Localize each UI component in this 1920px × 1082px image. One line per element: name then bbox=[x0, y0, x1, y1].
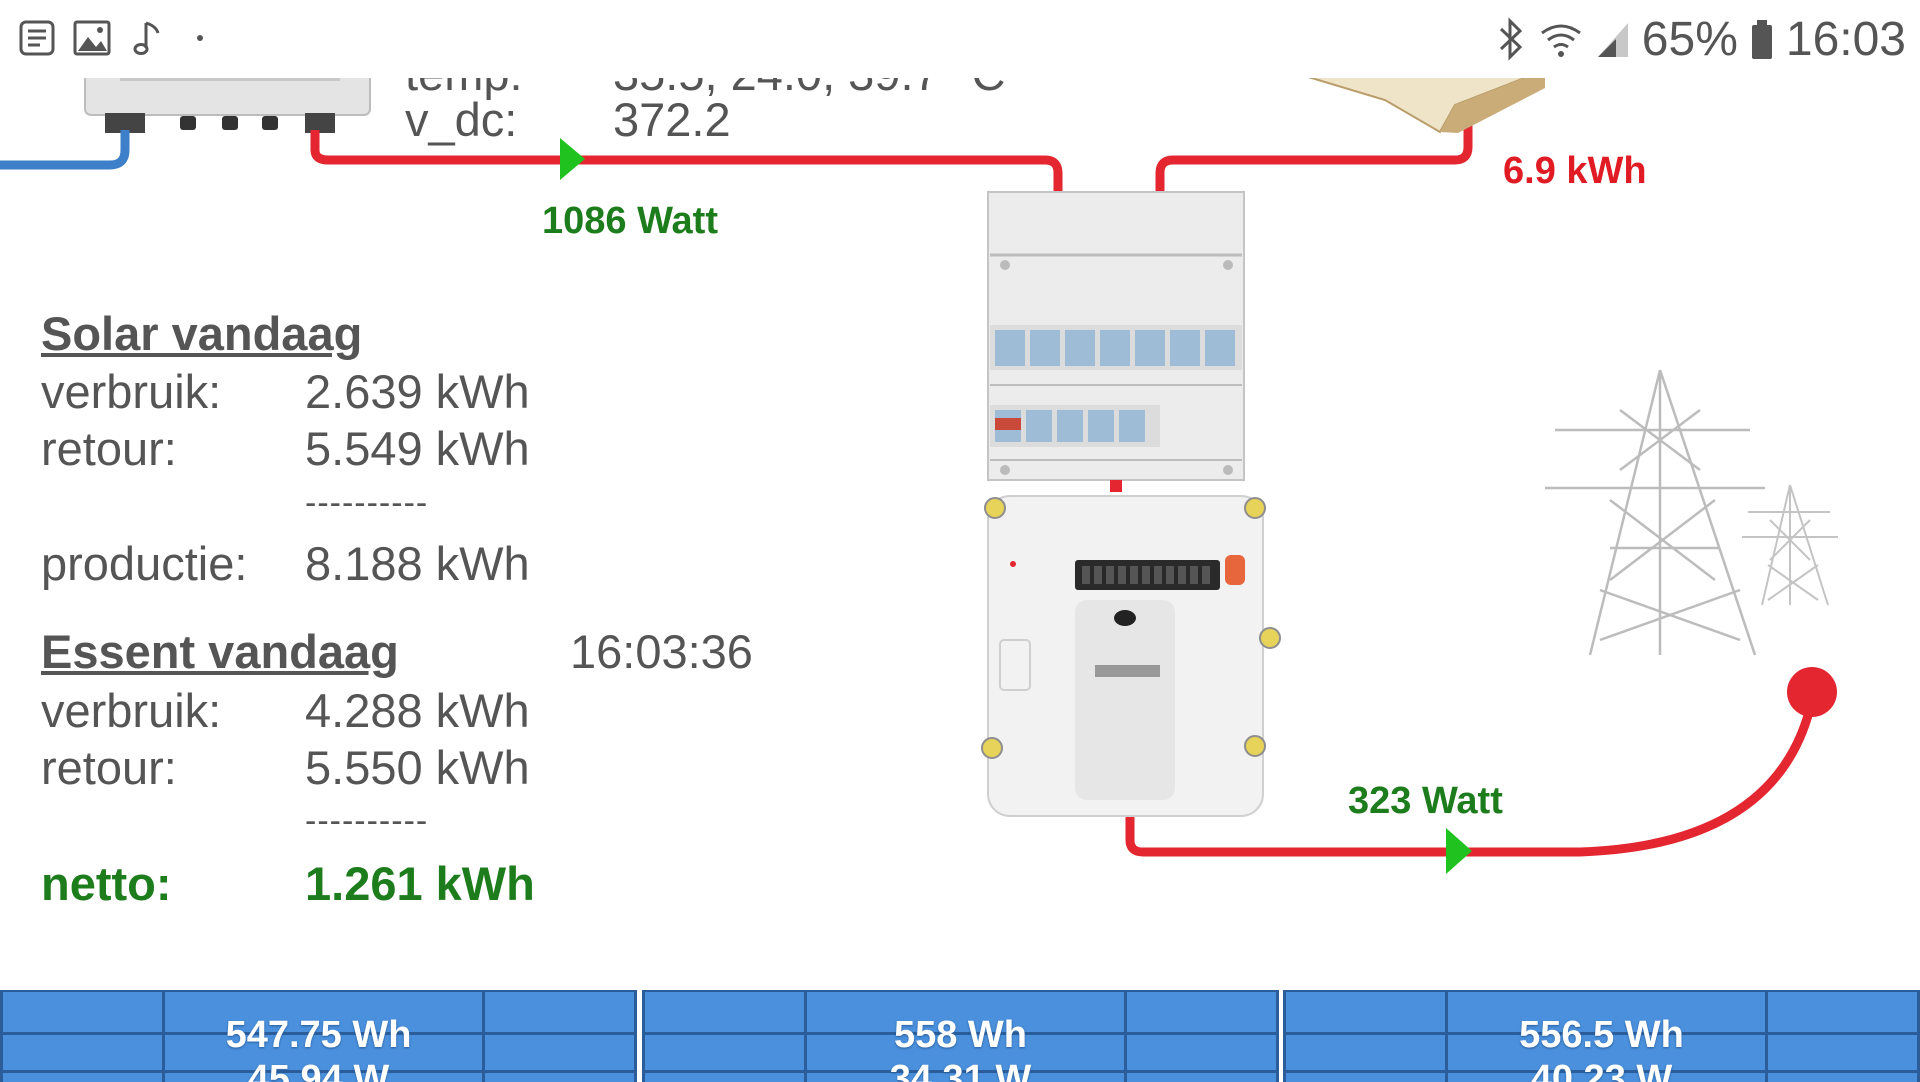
bluetooth-icon bbox=[1499, 17, 1522, 61]
battery-kwh: 6.9 kWh bbox=[1503, 150, 1647, 192]
essent-verbruik-value: 4.288 kWh bbox=[305, 684, 530, 737]
summary-table-2[interactable]: 558 Wh 34.31 W bbox=[642, 990, 1279, 1082]
solar-section-title: Solar vandaag bbox=[41, 307, 363, 360]
summary-tables: 547.75 Wh 45.94 W 558 Wh 34.31 W 556.5 W… bbox=[0, 990, 1920, 1082]
wifi-icon bbox=[1540, 24, 1581, 57]
image-icon[interactable] bbox=[72, 18, 112, 58]
summary-table-2-energy: 558 Wh bbox=[893, 1014, 1028, 1056]
solar-flow-arrow bbox=[560, 138, 585, 180]
grid-flow-end bbox=[1787, 667, 1837, 717]
solar-verbruik-label: verbruik: bbox=[41, 365, 222, 418]
essent-section-title: Essent vandaag bbox=[41, 625, 399, 678]
summary-table-3[interactable]: 556.5 Wh 40.23 W bbox=[1283, 990, 1920, 1082]
solar-productie-label: productie: bbox=[41, 537, 248, 590]
essent-separator: ---------- bbox=[305, 802, 429, 840]
summary-table-3-energy: 556.5 Wh bbox=[1519, 1014, 1684, 1056]
status-bar: 65% 16:03 bbox=[0, 0, 1920, 78]
smart-meter bbox=[981, 495, 1281, 817]
inverter-vdc-label: v_dc: bbox=[405, 93, 518, 146]
summary-table-1-energy: 547.75 Wh bbox=[225, 1014, 412, 1056]
battery-flow-line bbox=[1155, 120, 1473, 192]
notes-icon[interactable] bbox=[18, 18, 58, 58]
power-pylon-small bbox=[1742, 484, 1838, 606]
essent-netto-value: 1.261 kWh bbox=[305, 857, 535, 910]
essent-verbruik-label: verbruik: bbox=[41, 684, 222, 737]
battery-box bbox=[1284, 69, 1546, 134]
summary-table-1-power: 45.94 W bbox=[247, 1058, 390, 1082]
clock: 16:03 bbox=[1785, 12, 1906, 66]
solar-verbruik-value: 2.639 kWh bbox=[305, 365, 530, 418]
signal-icon bbox=[1597, 23, 1628, 57]
battery-percent: 65% bbox=[1641, 12, 1738, 66]
grid-flow-arrow bbox=[1446, 828, 1472, 874]
distribution-board bbox=[987, 191, 1245, 492]
dot-icon bbox=[197, 35, 203, 41]
battery-icon bbox=[1751, 20, 1772, 59]
power-pylon-large bbox=[1545, 369, 1765, 656]
summary-table-3-power: 40.23 W bbox=[1530, 1058, 1673, 1082]
solar-retour-value: 5.549 kWh bbox=[305, 422, 530, 475]
grid-flow-watt: 323 Watt bbox=[1348, 780, 1503, 822]
status-right-group: 65% 16:03 bbox=[1496, 10, 1906, 68]
solar-retour-label: retour: bbox=[41, 422, 177, 475]
essent-retour-value: 5.550 kWh bbox=[305, 741, 530, 794]
summary-table-1[interactable]: 547.75 Wh 45.94 W bbox=[0, 990, 637, 1082]
essent-netto-label: netto: bbox=[41, 857, 172, 910]
essent-retour-label: retour: bbox=[41, 741, 177, 794]
solar-separator: ---------- bbox=[305, 484, 429, 522]
blue-cable bbox=[0, 130, 130, 170]
summary-table-2-power: 34.31 W bbox=[889, 1058, 1032, 1082]
energy-flow-diagram bbox=[0, 59, 1838, 874]
music-icon[interactable] bbox=[128, 18, 168, 58]
essent-time: 16:03:36 bbox=[570, 625, 753, 678]
solar-productie-value: 8.188 kWh bbox=[305, 537, 530, 590]
solar-flow-watt: 1086 Watt bbox=[542, 200, 718, 242]
inverter-vdc-value: 372.2 bbox=[613, 93, 731, 146]
